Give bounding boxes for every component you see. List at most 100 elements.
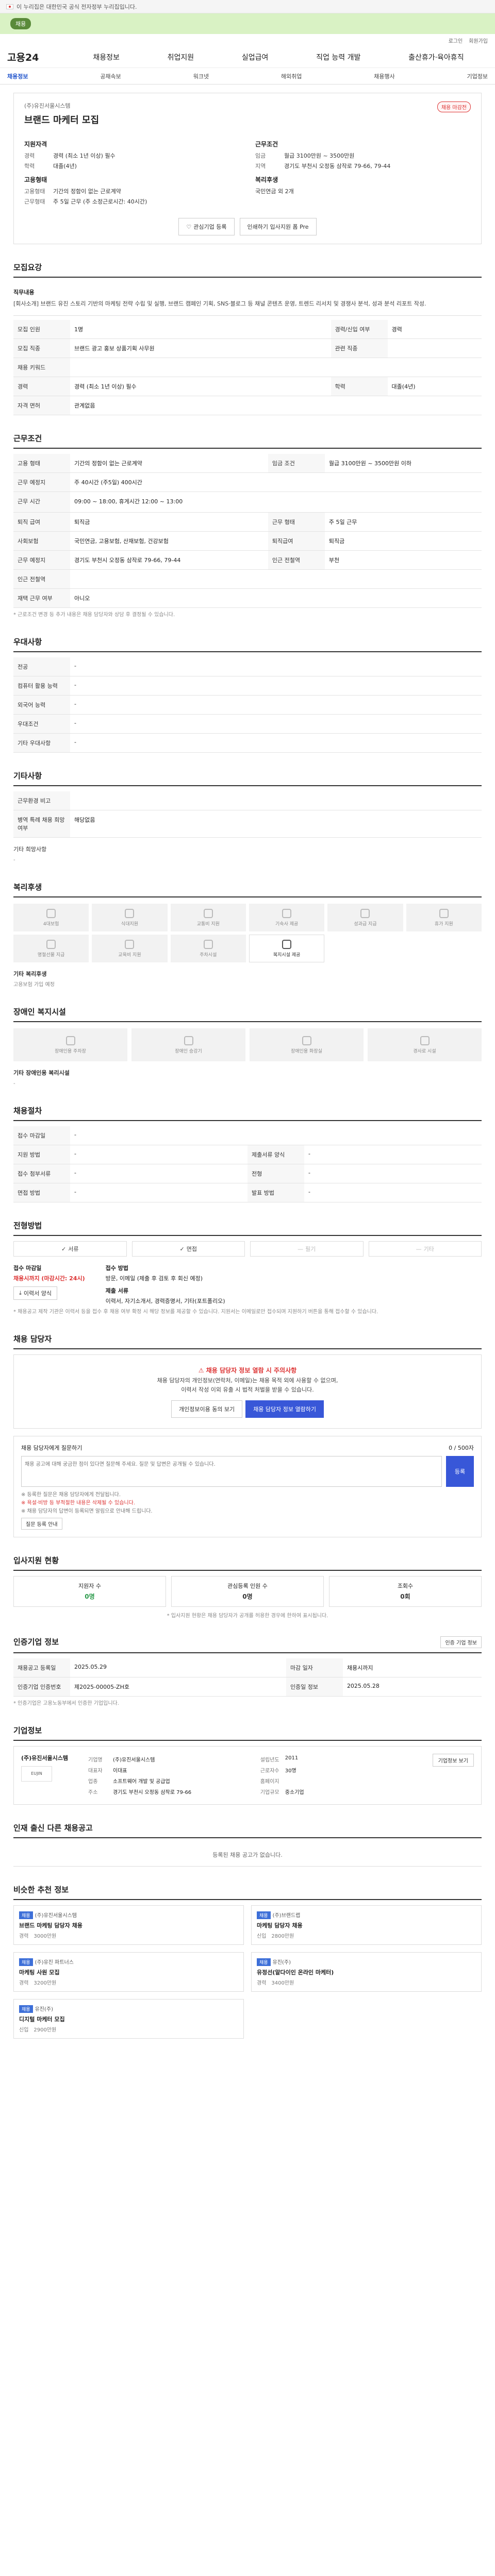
section-title-info: 인증기업 정보 인증 기업 정보 [13,1636,482,1653]
resume-template-button[interactable]: ⤓ 이력서 양식 [13,1286,57,1300]
disabled-facility-item: 장애인용 화장실 [250,1028,364,1062]
company-value: 소프트웨어 개발 및 공급업 [113,1778,170,1785]
apply-method-item: — 필기 [250,1241,364,1257]
table-row: 면접 방법 - 발표 방법 - [13,1183,482,1203]
privacy-consent-button[interactable]: 개인정보이용 동의 보기 [171,1400,243,1418]
recommend-card[interactable]: 채용 유진(주) 유정선(알다이인 온라인 마케터) 경력 3400만원 [251,1952,482,1992]
recommend-card[interactable]: 채용 (주)브랜드랩 마케팅 담당자 채용 신입 2800만원 [251,1905,482,1945]
table-key: 발표 방법 [248,1183,304,1203]
other-empty: 등록된 채용 공고가 없습니다. [13,1843,482,1867]
qna-submit-button[interactable]: 등록 [446,1455,474,1487]
recommend-meta: 경력 3200만원 [19,1978,238,1986]
section-title-company: 기업정보 [13,1725,482,1741]
recommend-title[interactable]: 디지털 마케터 모집 [19,2015,238,2023]
table-row: 병역 특례 채용 희망 여부 해당없음 [13,810,482,838]
lnb-item-worknet[interactable]: 워크넷 [193,72,209,80]
table-value: 해당없음 [70,810,482,838]
company-value: 중소기업 [285,1789,304,1795]
recommend-badge: 채용 [19,1958,33,1966]
company-info-button[interactable]: 기업정보 보기 [432,1753,474,1767]
view-contact-button[interactable]: 채용 담당자 정보 열람하기 [245,1400,324,1418]
qna-guide-button[interactable]: 질문 등록 안내 [21,1517,62,1530]
table-key: 근무 예정지 [13,550,70,570]
recommend-card[interactable]: 채용 (주)유진서울시스템 브랜드 마케팅 담당자 채용 경력 3000만원 [13,1905,244,1945]
apply-method-detail: 접수 마감일 채용시까지 (마감시간: 24시) ⤓ 이력서 양식 접수 방법 방… [13,1264,482,1305]
company-key: 기업명 [88,1757,103,1763]
summary-value: 경기도 부천시 오정동 삼작로 79-66, 79-44 [284,163,391,170]
recommend-card[interactable]: 채용 (주)유진 파트너스 마케팅 사원 모집 경력 3200만원 [13,1952,244,1992]
gnb-item-leave[interactable]: 출산휴가·육아휴직 [408,52,464,62]
deadline-value: 채용시까지 (마감시간: 24시) [13,1275,85,1282]
table-key: 경력 [13,377,70,397]
recommend-card-top: 채용 유진(주) [19,2005,238,2013]
local-nav: 채용정보 공채속보 워크넷 해외취업 채용행사 기업정보 [0,68,495,84]
certified-info-button[interactable]: 인증 기업 정보 [440,1636,482,1648]
recruit-table: 모집 인원 1명 경력/신입 여부 경력 모집 직종 브랜드 광고 홍보 상품기획 사무… [13,320,482,416]
recommend-card[interactable]: 채용 유진(주) 디지털 마케터 모집신입 2900만원 [13,1998,244,2039]
table-value: 경력 (최소 1년 이상) 필수 [70,377,331,397]
ramp-icon [420,1036,430,1045]
lnb-item-jobs[interactable]: 채용정보 [7,72,28,80]
apply-method-row: ✓ 서류 ✓ 면접 — 필기 — 기타 [13,1241,482,1257]
company-value: 이대표 [113,1768,127,1774]
welfare-item-label: 교육비 지원 [118,952,141,958]
lnb-item-events[interactable]: 채용행사 [374,72,394,80]
table-value: 채용시까지 [342,1658,482,1677]
section-title-welfare: 복리후생 [13,882,482,898]
welfare-item: 휴가 지원 [406,904,482,932]
status-label: 지원자 수 [78,1583,101,1590]
table-row: 근무 예정지 경기도 부천시 오정동 삼작로 79-66, 79-44 인근 전철역… [13,550,482,570]
recommend-title[interactable]: 유정선(알다이인 온라인 마케터) [257,1968,476,1976]
interest-company-button[interactable]: ♡ 관심기업 등록 [178,218,235,235]
status-item: 지원자 수 0명 [13,1575,166,1607]
gnb-item-support[interactable]: 취업지원 [168,52,194,62]
status-badge: 채용 마감전 [437,101,471,112]
wheelchair-icon [65,1036,75,1045]
recommend-meta-item: 신입 [19,2027,29,2033]
table-value: 경력 [387,320,482,340]
table-value: - [70,1164,248,1184]
recommend-meta-item: 3000만원 [34,1933,57,1939]
apply-method-notes: * 채용공고 제작 기관은 이력서 등을 접수 후 채용 여부 확정 시 해당 … [13,1309,378,1315]
table-row: 사회보험 국민연금, 고용보험, 산재보험, 건강보험 퇴직급여 퇴직금 [13,531,482,551]
recommend-title[interactable]: 마케팅 사원 모집 [19,1968,238,1976]
gnb-item-jobs[interactable]: 채용정보 [93,52,120,62]
welfare-other-label: 기타 복리후생 [13,971,47,978]
company-name[interactable]: (주)유진서울시스템 [24,101,99,110]
gnb-item-training[interactable]: 직업 능력 개발 [316,52,360,62]
recommend-meta-item: 2900만원 [34,2027,57,2033]
table-key: 인근 전철역 [268,550,325,570]
qna-note-3: ※ 채용 담당자의 답변이 등록되면 알림으로 안내해 드립니다. [21,1508,153,1514]
table-key: 임금 조건 [268,454,325,473]
gnb-item-unemployment[interactable]: 실업급여 [242,52,269,62]
promo-banner[interactable]: 채용 [0,13,495,34]
table-key: 근무 시간 [13,492,70,513]
table-row: 모집 직종 브랜드 광고 홍보 상품기획 사무원 관련 직종 [13,338,482,359]
print-apply-button[interactable]: 인쇄하기 입사지원 폼 Pre [239,218,317,235]
lnb-item-news[interactable]: 공채속보 [100,72,121,80]
recommend-badge: 채용 [257,1911,271,1919]
signup-link[interactable]: 회원가입 [469,37,488,44]
promo-pill[interactable]: 채용 [10,18,31,29]
section-title-status: 입사지원 현황 [13,1555,482,1571]
table-key: 마감 일자 [286,1658,343,1677]
table-row: 경력 경력 (최소 1년 이상) 필수 학력 대졸(4년) [13,377,482,397]
summary-value: 주 5일 근무 (주 소정근로시간: 40시간) [53,198,147,205]
table-value: 경기도 부천시 오정동 삼작로 79-66, 79-44 [70,550,268,570]
table-key: 전형 [248,1164,304,1184]
recommend-title[interactable]: 브랜드 마케팅 담당자 채용 [19,1921,238,1929]
table-value: 관계없음 [70,396,482,416]
recommend-title[interactable]: 마케팅 담당자 채용 [257,1921,476,1929]
qna-input[interactable] [21,1455,442,1487]
recommend-company: 유진(주) [35,2006,53,2012]
site-logo[interactable]: 고용24 [7,50,69,64]
table-row: 접수 마감일 - [13,1126,482,1146]
welfare-item: 복지시설 제공 [249,935,325,963]
lnb-item-overseas[interactable]: 해외취업 [281,72,302,80]
login-link[interactable]: 로그인 [449,37,463,44]
preference-table: 전공 - 컴퓨터 활용 능력 - 외국어 능력 - 우대조건 - 기타 우대사항 - [13,657,482,753]
etc-table: 근무환경 비고 병역 특례 채용 희망 여부 해당없음 [13,791,482,838]
lnb-item-company[interactable]: 기업정보 [467,72,487,80]
section-title-other: 인재 출신 다른 채용공고 [13,1822,482,1838]
recommend-meta: 신입 2900만원 [19,2025,238,2033]
